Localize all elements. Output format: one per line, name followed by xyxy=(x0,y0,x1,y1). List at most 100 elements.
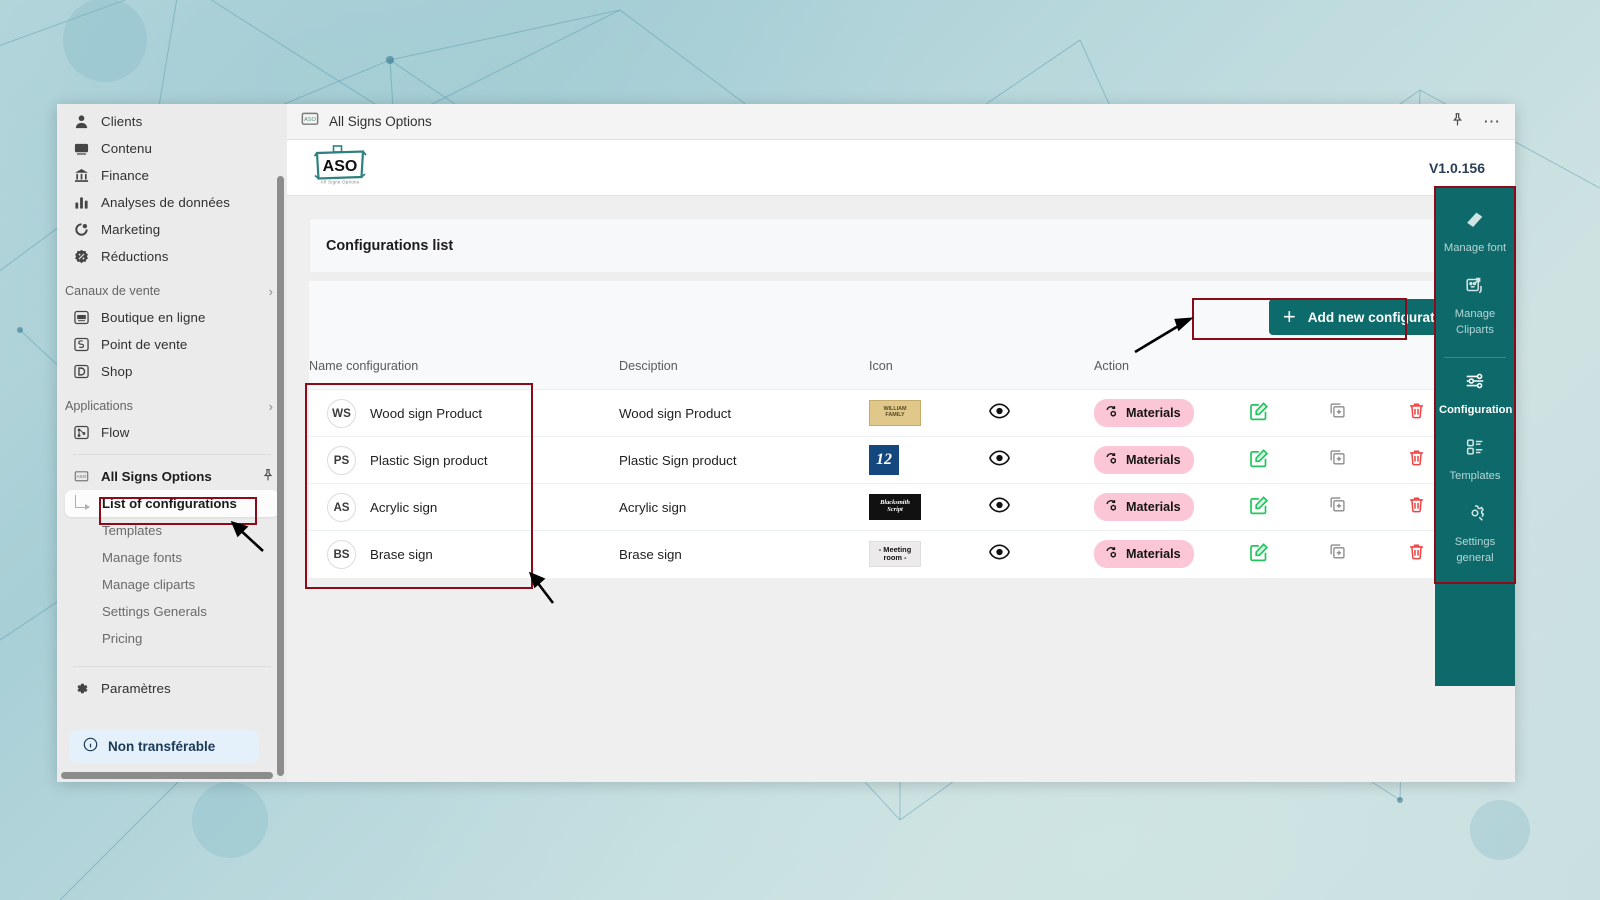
table-row[interactable]: PS Plastic Sign product Plastic Sign pro… xyxy=(309,437,1493,484)
clipart-manage-icon xyxy=(1464,283,1486,300)
edit-pencil-icon[interactable] xyxy=(1249,542,1269,562)
sidebar-divider xyxy=(73,454,271,455)
sidebar-app-all-signs-options[interactable]: ASO All Signs Options xyxy=(65,463,279,490)
sidebar-item-label: Finance xyxy=(101,168,149,183)
brand-bar: ASO All Signs Options V1.0.156 xyxy=(287,140,1515,196)
edit-pencil-icon[interactable] xyxy=(1249,401,1269,421)
more-options-icon[interactable]: ⋯ xyxy=(1483,118,1501,126)
sidebar-item-contenu[interactable]: Contenu xyxy=(65,135,279,162)
chevron-right-icon: › xyxy=(269,284,273,299)
sidebar-item-clients[interactable]: Clients xyxy=(65,108,279,135)
rail-item-templates[interactable]: Templates xyxy=(1435,428,1515,494)
app-topbar: ASO All Signs Options ⋯ xyxy=(287,104,1515,140)
rail-item-manage-font[interactable]: Manage font xyxy=(1435,200,1515,266)
sidebar-item-point-de-vente[interactable]: Point de vente xyxy=(65,331,279,358)
pos-icon xyxy=(73,336,90,353)
materials-button[interactable]: Materials xyxy=(1094,493,1194,521)
config-description: Acrylic sign xyxy=(619,484,869,531)
sidebar-item-shop[interactable]: Shop xyxy=(65,358,279,385)
sidebar-section-applications[interactable]: Applications › xyxy=(65,396,273,416)
chevron-right-icon: › xyxy=(269,399,273,414)
sidebar-item-analyses[interactable]: Analyses de données xyxy=(65,189,279,216)
duplicate-icon[interactable] xyxy=(1329,543,1346,560)
sidebar-vertical-scrollbar[interactable] xyxy=(277,176,284,776)
sidebar-item-pricing[interactable]: Pricing xyxy=(65,625,279,652)
config-description: Brase sign xyxy=(619,531,869,578)
table-body: WS Wood sign Product Wood sign Product W… xyxy=(309,390,1493,578)
materials-button[interactable]: Materials xyxy=(1094,399,1194,427)
left-sidebar: Clients Contenu Finance Analyses de donn… xyxy=(57,104,287,782)
content-icon xyxy=(73,140,90,157)
aso-logo: ASO All Signs Options xyxy=(311,144,369,191)
sidebar-item-label: Flow xyxy=(101,425,129,440)
sidebar-item-finance[interactable]: Finance xyxy=(65,162,279,189)
sub-item-label: List of configurations xyxy=(102,496,237,511)
sub-item-label: Settings Generals xyxy=(102,604,207,619)
column-header-description: Desciption xyxy=(619,353,869,390)
sidebar-section-canaux[interactable]: Canaux de vente › xyxy=(65,281,273,301)
app-version: V1.0.156 xyxy=(1429,160,1491,176)
sidebar-horizontal-scrollbar[interactable] xyxy=(61,772,273,779)
edit-pencil-icon[interactable] xyxy=(1249,495,1269,515)
sub-item-label: Manage fonts xyxy=(102,550,182,565)
sidebar-item-manage-cliparts[interactable]: Manage cliparts xyxy=(65,571,279,598)
config-thumbnail: - Meeting room - xyxy=(869,541,921,567)
sidebar-item-boutique-en-ligne[interactable]: Boutique en ligne xyxy=(65,304,279,331)
sidebar-item-marketing[interactable]: Marketing xyxy=(65,216,279,243)
trash-icon[interactable] xyxy=(1407,401,1426,420)
sidebar-item-flow[interactable]: Flow xyxy=(65,419,279,446)
content-area: Configurations list + Add new configurat… xyxy=(287,196,1515,781)
table-row[interactable]: WS Wood sign Product Wood sign Product W… xyxy=(309,390,1493,437)
sliders-icon xyxy=(1464,379,1486,396)
sidebar-item-parametres[interactable]: Paramètres xyxy=(65,675,279,702)
sidebar-item-templates[interactable]: Templates xyxy=(65,517,279,544)
duplicate-icon[interactable] xyxy=(1329,402,1346,419)
rail-item-label: Settings general xyxy=(1439,534,1511,566)
target-icon xyxy=(73,221,90,238)
rail-item-settings-general[interactable]: Settings general xyxy=(1435,494,1515,576)
edit-pencil-icon[interactable] xyxy=(1249,448,1269,468)
avatar: AS xyxy=(327,493,356,522)
materials-gear-icon xyxy=(1104,545,1119,563)
non-transferable-notice: Non transférable xyxy=(69,730,259,763)
pin-icon[interactable] xyxy=(261,468,275,487)
config-name: Brase sign xyxy=(370,547,433,562)
table-row[interactable]: AS Acrylic sign Acrylic sign BlacksmithS… xyxy=(309,484,1493,531)
font-manage-icon xyxy=(1464,217,1486,234)
eye-icon[interactable] xyxy=(989,406,1010,423)
page-title: Configurations list xyxy=(326,238,453,254)
materials-button[interactable]: Materials xyxy=(1094,446,1194,474)
column-header-blank xyxy=(989,353,1094,390)
pin-icon[interactable] xyxy=(1450,112,1465,132)
trash-icon[interactable] xyxy=(1407,542,1426,561)
rail-item-manage-cliparts[interactable]: Manage Cliparts xyxy=(1435,266,1515,348)
table-row[interactable]: BS Brase sign Brase sign - Meeting room … xyxy=(309,531,1493,578)
trash-icon[interactable] xyxy=(1407,495,1426,514)
eye-icon[interactable] xyxy=(989,453,1010,470)
eye-icon[interactable] xyxy=(989,547,1010,564)
sidebar-item-settings-generals[interactable]: Settings Generals xyxy=(65,598,279,625)
sidebar-item-reductions[interactable]: Réductions xyxy=(65,243,279,270)
duplicate-icon[interactable] xyxy=(1329,496,1346,513)
sidebar-item-manage-fonts[interactable]: Manage fonts xyxy=(65,544,279,571)
trash-icon[interactable] xyxy=(1407,448,1426,467)
column-header-name: Name configuration xyxy=(309,353,619,390)
person-icon xyxy=(73,113,90,130)
eye-icon[interactable] xyxy=(989,500,1010,517)
shop-icon xyxy=(73,363,90,380)
duplicate-icon[interactable] xyxy=(1329,449,1346,466)
materials-label: Materials xyxy=(1126,406,1181,420)
configurations-table-card: + Add new configuration Name configurati… xyxy=(309,281,1493,578)
materials-button[interactable]: Materials xyxy=(1094,540,1194,568)
column-header-icon: Icon xyxy=(869,353,989,390)
config-name: Acrylic sign xyxy=(370,500,437,515)
settings-gear-icon xyxy=(1464,511,1486,528)
rail-item-label: Manage font xyxy=(1439,240,1511,256)
sidebar-item-list-of-configurations[interactable]: List of configurations xyxy=(65,490,279,517)
config-thumbnail: 12 xyxy=(869,445,899,475)
rail-item-configuration[interactable]: Configuration xyxy=(1435,362,1515,428)
sidebar-divider xyxy=(73,666,271,667)
configurations-list-header: Configurations list xyxy=(309,218,1493,273)
discount-icon xyxy=(73,248,90,265)
aso-app-icon: ASO xyxy=(73,468,90,485)
